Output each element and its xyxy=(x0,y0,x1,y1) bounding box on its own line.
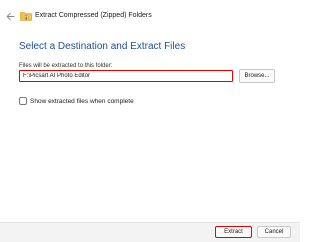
back-arrow-icon xyxy=(6,12,15,20)
back-button[interactable] xyxy=(3,9,17,23)
page-heading: Select a Destination and Extract Files xyxy=(19,41,186,52)
show-extracted-files-option[interactable]: Show extracted files when complete xyxy=(19,96,134,106)
destination-path-input[interactable] xyxy=(19,70,233,82)
show-extracted-files-label: Show extracted files when complete xyxy=(30,97,134,105)
window-title: Extract Compressed (Zipped) Folders xyxy=(35,12,152,19)
extract-button[interactable]: Extract xyxy=(215,226,252,238)
title-bar: Extract Compressed (Zipped) Folders xyxy=(0,0,300,34)
show-extracted-files-checkbox[interactable] xyxy=(19,97,27,105)
zip-folder-icon xyxy=(20,12,32,21)
dialog-footer xyxy=(0,222,300,242)
browse-button[interactable]: Browse... xyxy=(239,69,275,83)
cancel-button[interactable]: Cancel xyxy=(257,226,291,238)
